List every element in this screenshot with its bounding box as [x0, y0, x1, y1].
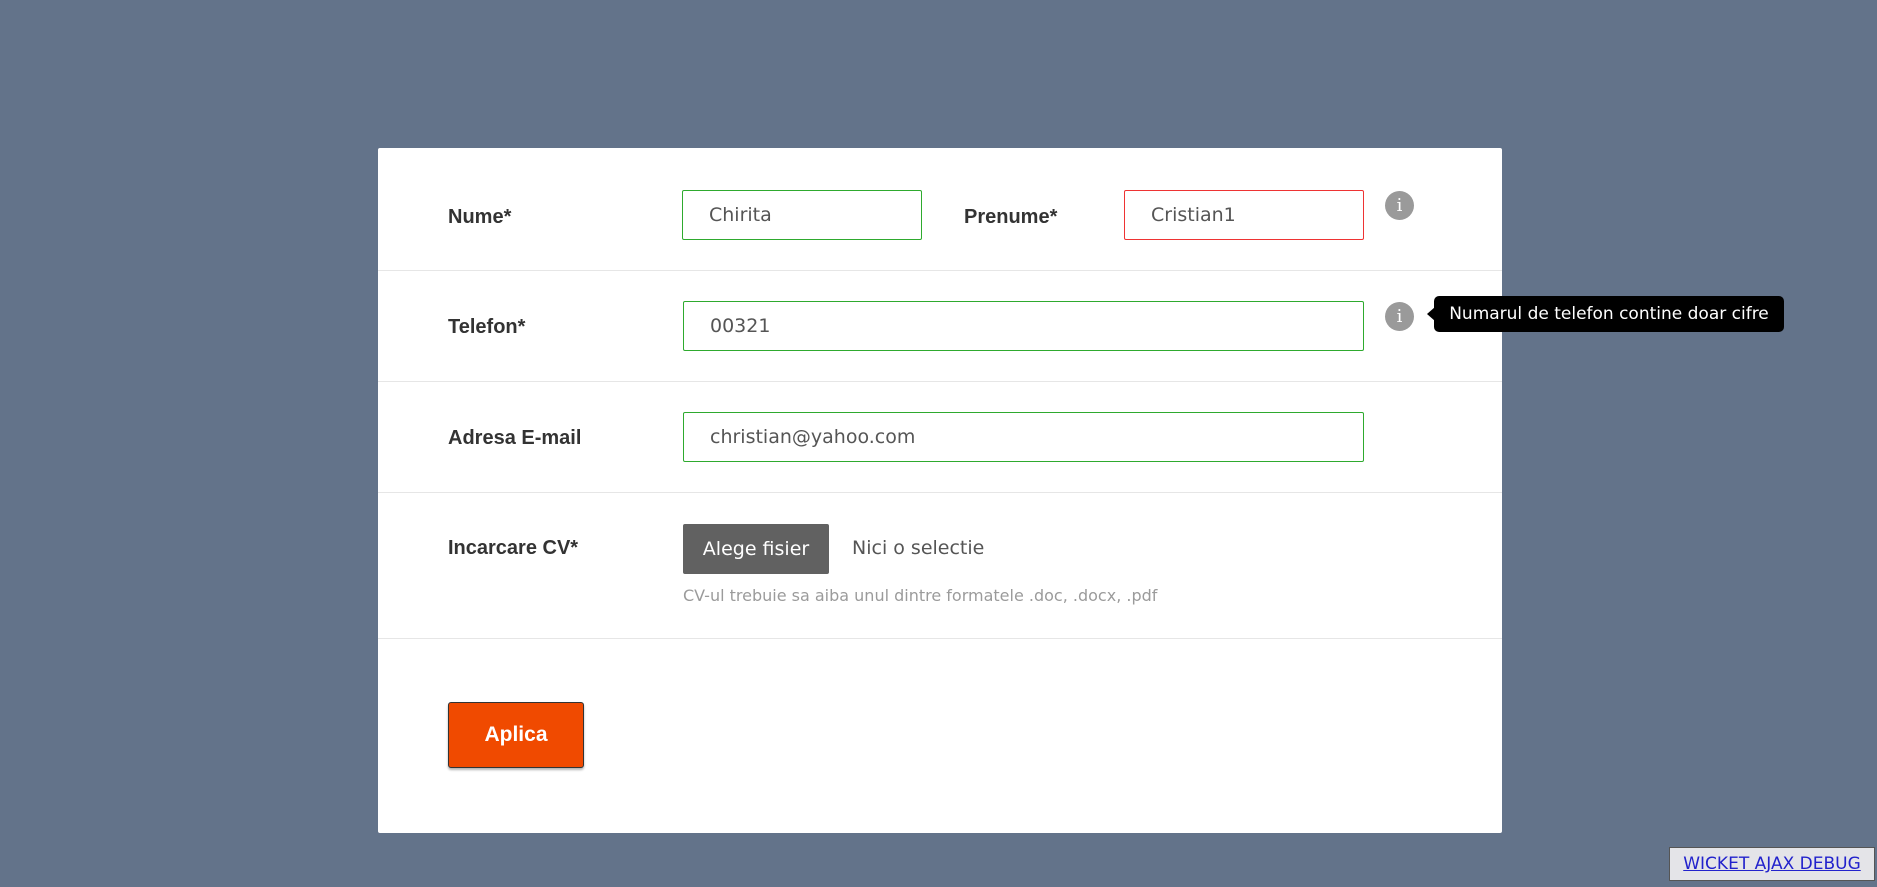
- wicket-ajax-debug-panel: WICKET AJAX DEBUG: [1669, 847, 1875, 881]
- info-icon[interactable]: i: [1385, 191, 1414, 220]
- nume-input[interactable]: [682, 190, 922, 240]
- telefon-label: Telefon*: [448, 316, 526, 338]
- email-input[interactable]: [683, 412, 1364, 462]
- nume-label: Nume*: [448, 206, 512, 228]
- info-icon[interactable]: i: [1385, 302, 1414, 331]
- cv-label: Incarcare CV*: [448, 537, 579, 559]
- form-row-name: Nume* Prenume* i: [378, 148, 1502, 271]
- wicket-ajax-debug-link[interactable]: WICKET AJAX DEBUG: [1683, 854, 1861, 874]
- application-form-card: Nume* Prenume* i Telefon* i Adresa E-mai…: [378, 148, 1502, 833]
- row-divider: [378, 638, 1502, 639]
- telefon-info-tooltip: Numarul de telefon contine doar cifre: [1434, 296, 1784, 332]
- cv-format-hint: CV-ul trebuie sa aiba unul dintre format…: [683, 586, 1158, 605]
- choose-file-button[interactable]: Alege fisier: [683, 524, 829, 574]
- form-row-telefon: Telefon* i: [378, 271, 1502, 382]
- prenume-input[interactable]: [1124, 190, 1364, 240]
- telefon-input[interactable]: [683, 301, 1364, 351]
- file-status-text: Nici o selectie: [852, 537, 985, 559]
- prenume-label: Prenume*: [964, 206, 1058, 228]
- email-label: Adresa E-mail: [448, 427, 582, 449]
- form-row-email: Adresa E-mail: [378, 382, 1502, 493]
- aplica-submit-button[interactable]: Aplica: [448, 702, 584, 768]
